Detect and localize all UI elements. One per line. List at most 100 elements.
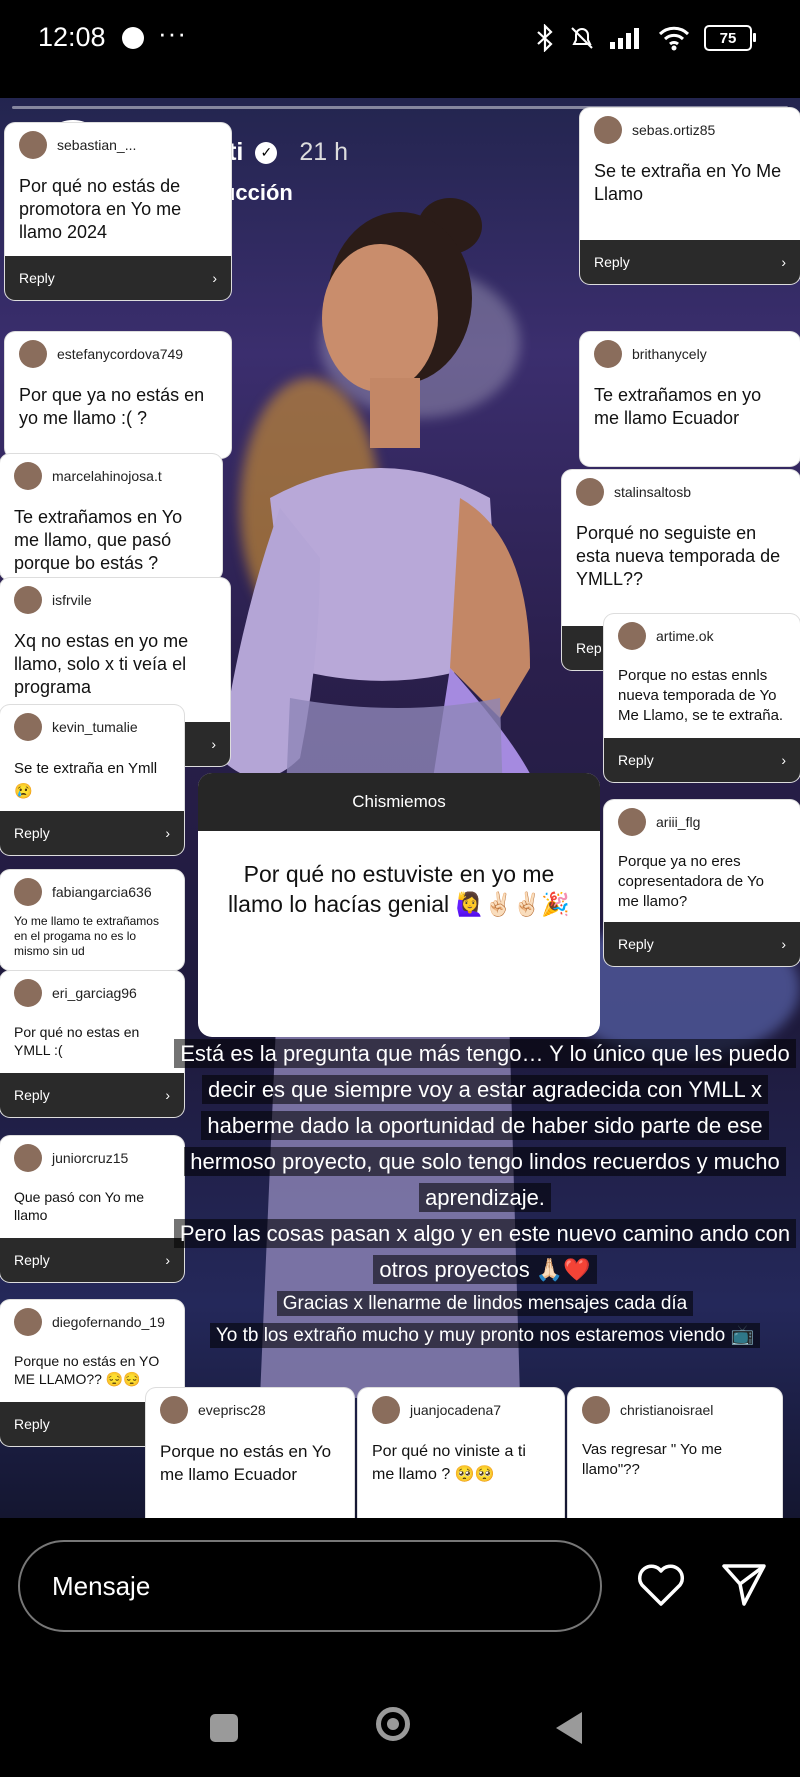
- chevron-right-icon: ›: [212, 270, 217, 286]
- question-text: Que pasó con Yo me llamo: [14, 1189, 144, 1223]
- question-text: Porqué no seguiste en esta nueva tempora…: [576, 523, 781, 589]
- reply-button[interactable]: Reply ›: [0, 811, 184, 855]
- message-composer[interactable]: [18, 1540, 602, 1632]
- story-content[interactable]: valeriagutti ✓ 21 h Ver traducción ⋮ seb…: [0, 98, 800, 1518]
- question-card: estefanycordova749 Por que ya no estás e…: [5, 332, 231, 458]
- commenter-avatar: [618, 808, 646, 836]
- reply-button[interactable]: Reply›: [0, 1238, 184, 1282]
- question-card: eveprisc28 Porque no estás en Yo me llam…: [146, 1388, 354, 1518]
- reply-button[interactable]: Reply ›: [5, 256, 231, 300]
- verified-badge-icon: ✓: [255, 141, 278, 164]
- question-card: ariii_flg Porque ya no eres copresentado…: [604, 800, 800, 966]
- question-text: Vas regresar " Yo me llamo"??: [582, 1441, 723, 1478]
- commenter-avatar: [160, 1396, 188, 1424]
- recent-apps-icon[interactable]: [210, 1714, 238, 1742]
- question-text: Te extrañamos en Yo me llamo, que pasó p…: [14, 507, 183, 580]
- question-card: eri_garciag96 Por qué no estas en YMLL :…: [0, 971, 184, 1117]
- story-age: 21 h: [299, 138, 349, 166]
- reply-label: Reply: [19, 270, 55, 286]
- question-card: fabiangarcia636 Yo me llamo te extrañamo…: [0, 870, 184, 970]
- commenter-name: christianoisrael: [620, 1402, 714, 1418]
- reply-button[interactable]: Reply›: [580, 240, 800, 284]
- clock: 12:08: [38, 22, 106, 52]
- chevron-right-icon: ›: [165, 825, 170, 841]
- message-input[interactable]: [50, 1569, 554, 1603]
- commenter-name: fabiangarcia636: [52, 884, 152, 900]
- commenter-name: isfrvile: [52, 592, 92, 608]
- reply-button[interactable]: Reply›: [0, 1073, 184, 1117]
- commenter-name: marcelahinojosa.t: [52, 468, 162, 484]
- question-card: juniorcruz15 Que pasó con Yo me llamo Re…: [0, 1136, 184, 1282]
- caption-line: decir es que siempre voy a estar agradec…: [202, 1075, 768, 1104]
- commenter-name: sebastian_...: [57, 137, 137, 153]
- featured-question-sticker: Chismiemos Por qué no estuviste en yo me…: [198, 773, 600, 1037]
- caption-line: otros proyectos 🙏🏻❤️: [373, 1255, 597, 1284]
- more-notifications-icon: ···: [158, 18, 187, 48]
- question-text: Porque no estas ennls nueva temporada de…: [618, 667, 784, 724]
- caption-line: Pero las cosas pasan x algo y en este nu…: [173, 1219, 797, 1248]
- commenter-avatar: [14, 713, 42, 741]
- reply-label: Reply: [14, 1252, 50, 1268]
- question-card: kevin_tumalie Se te extraña en Ymll😢 Rep…: [0, 705, 184, 855]
- chevron-right-icon: ›: [211, 736, 216, 752]
- commenter-avatar: [14, 878, 42, 906]
- commenter-avatar: [372, 1396, 400, 1424]
- commenter-avatar: [14, 979, 42, 1007]
- reply-label: Reply: [14, 1416, 50, 1432]
- question-text: Por qué no estás de promotora en Yo me l…: [19, 176, 182, 242]
- story-caption: Está es la pregunta que más tengo… Y lo …: [170, 1036, 800, 1352]
- commenter-name: diegofernando_19: [52, 1314, 165, 1330]
- reply-label: Reply: [618, 752, 654, 768]
- battery-icon: 75: [704, 25, 756, 51]
- commenter-name: eveprisc28: [198, 1402, 266, 1418]
- bluetooth-icon: [537, 24, 553, 52]
- back-icon[interactable]: [556, 1712, 582, 1744]
- mute-bell-icon: [571, 27, 593, 49]
- commenter-avatar: [19, 131, 47, 159]
- question-card: sebastian_... Por qué no estás de promot…: [5, 123, 231, 300]
- question-card: brithanycely Te extrañamos en yo me llam…: [580, 332, 800, 466]
- chevron-right-icon: ›: [781, 936, 786, 952]
- question-text: Por qué no viniste a ti me llamo ? 🥺🥺: [372, 1443, 526, 1483]
- commenter-name: kevin_tumalie: [52, 719, 138, 735]
- commenter-avatar: [618, 622, 646, 650]
- sticker-question: Por qué no estuviste en yo me llamo lo h…: [227, 861, 571, 917]
- reply-button[interactable]: Reply ›: [604, 738, 800, 782]
- chevron-right-icon: ›: [781, 752, 786, 768]
- commenter-avatar: [14, 462, 42, 490]
- question-text: Por que ya no estás en yo me llamo :( ?: [19, 385, 205, 428]
- reply-label: Reply: [594, 254, 630, 270]
- question-card: marcelahinojosa.t Te extrañamos en Yo me…: [0, 454, 222, 580]
- question-card: sebas.ortiz85 Se te extraña en Yo Me Lla…: [580, 108, 800, 284]
- commenter-avatar: [14, 1308, 42, 1336]
- system-nav-bar: [0, 1690, 800, 1777]
- status-bar: 12:08 ··· 75: [0, 0, 800, 80]
- question-text: Yo me llamo te extrañamos en el progama …: [14, 914, 159, 958]
- question-card: christianoisrael Vas regresar " Yo me ll…: [568, 1388, 782, 1518]
- home-icon[interactable]: [376, 1707, 410, 1741]
- caption-line: hermoso proyecto, que solo tengo lindos …: [184, 1147, 786, 1176]
- reply-label: Reply: [14, 825, 50, 841]
- commenter-name: brithanycely: [632, 346, 707, 362]
- caption-line: haberme dado la oportunidad de haber sid…: [201, 1111, 769, 1140]
- wifi-icon: [658, 26, 690, 51]
- commenter-name: juniorcruz15: [52, 1150, 129, 1166]
- heart-icon[interactable]: [636, 1562, 686, 1608]
- send-icon[interactable]: [720, 1562, 768, 1608]
- reply-button[interactable]: Reply›: [604, 922, 800, 966]
- sticker-title: Chismiemos: [198, 773, 600, 831]
- commenter-avatar: [594, 340, 622, 368]
- signal-icon: [610, 28, 639, 49]
- question-text: Se te extraña en Ymll😢: [14, 760, 158, 800]
- notification-dot-icon: [122, 27, 144, 49]
- commenter-name: eri_garciag96: [52, 985, 137, 1001]
- commenter-avatar: [582, 1396, 610, 1424]
- question-card: artime.ok Porque no estas ennls nueva te…: [604, 614, 800, 782]
- caption-line: Yo tb los extraño mucho y muy pronto nos…: [209, 1323, 761, 1348]
- commenter-name: juanjocadena7: [410, 1402, 502, 1418]
- status-icons: 75: [536, 24, 756, 52]
- commenter-name: stalinsaltosb: [614, 484, 692, 500]
- commenter-avatar: [594, 116, 622, 144]
- question-text: Porque no estás en Yo me llamo Ecuador: [160, 1442, 332, 1484]
- commenter-avatar: [14, 586, 42, 614]
